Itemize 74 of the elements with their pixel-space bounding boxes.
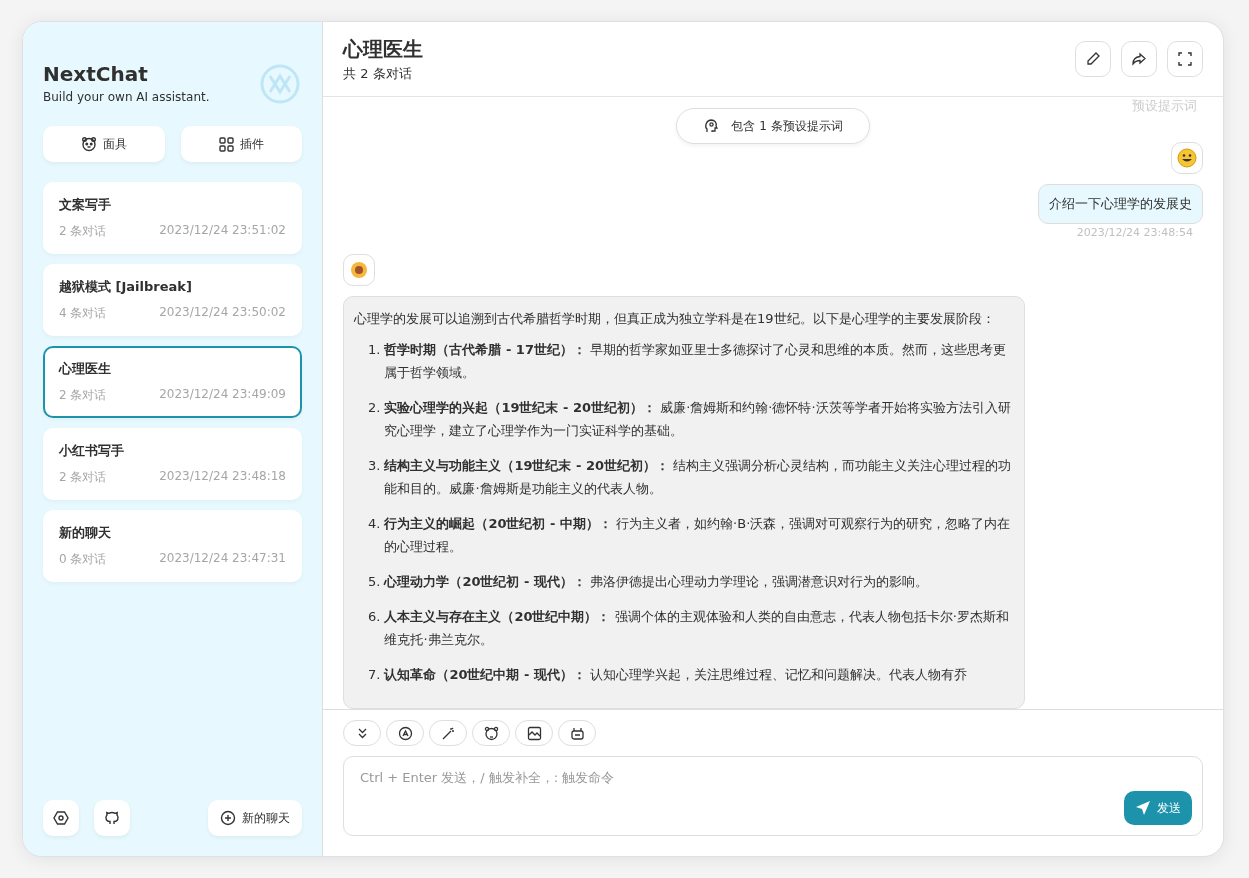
fullscreen-button[interactable] bbox=[1167, 41, 1203, 77]
list-item-text: 认知革命（20世纪中期 - 现代）： 认知心理学兴起，关注思维过程、记忆和问题解决。代表人物有乔 bbox=[384, 666, 968, 684]
chat-title: 心理医生 bbox=[343, 35, 423, 63]
settings-button[interactable] bbox=[43, 800, 79, 836]
model-button[interactable] bbox=[386, 720, 424, 746]
list-number: 7. bbox=[368, 666, 381, 684]
image-button[interactable] bbox=[515, 720, 553, 746]
message-paragraph: 心理学的发展可以追溯到古代希腊哲学时期，但真正成为独立学科是在19世纪。以下是心理学的主要发展阶段： bbox=[354, 310, 996, 328]
mask-button[interactable]: 面具 bbox=[43, 126, 165, 162]
list-item-text: 心理动力学（20世纪初 - 现代）： 弗洛伊德提出心理动力学理论，强调潜意识对行为的影响。 bbox=[384, 573, 929, 591]
smiley-icon bbox=[1177, 148, 1197, 168]
magic-wand-icon bbox=[440, 725, 456, 741]
list-number: 4. bbox=[368, 515, 381, 533]
message-count: 2 条对话 bbox=[59, 387, 107, 404]
user-message: 介绍一下心理学的发展史 bbox=[1038, 184, 1203, 224]
flower-icon bbox=[350, 261, 368, 279]
chat-session-item[interactable]: 小红书写手 2 条对话 2023/12/24 23:48:18 bbox=[43, 428, 302, 500]
cat-icon bbox=[104, 810, 120, 826]
expand-icon bbox=[1178, 52, 1192, 66]
session-title: 心理医生 bbox=[59, 360, 112, 378]
list-number: 5. bbox=[368, 573, 381, 591]
list-item-text: 哲学时期（古代希腊 - 17世纪）： 早期的哲学家如亚里士多德探讨了心灵和思维的本质。然而，这些思考更属于哲学领域。 bbox=[384, 341, 1008, 382]
session-time: 2023/12/24 23:48:18 bbox=[159, 469, 286, 485]
pencil-icon bbox=[1085, 51, 1101, 67]
session-time: 2023/12/24 23:47:31 bbox=[159, 551, 286, 567]
share-arrow-icon bbox=[1131, 51, 1147, 67]
send-button[interactable]: 发送 bbox=[1124, 791, 1192, 825]
share-button[interactable] bbox=[1121, 41, 1157, 77]
prompt-chip[interactable]: 包含 1 条预设提示词 bbox=[676, 108, 870, 144]
list-item-text: 实验心理学的兴起（19世纪末 - 20世纪初）： 威廉·詹姆斯和约翰·德怀特·沃茨等学者开始将实验方法引入研究心理学，建立了心理学作为一门实证科学的基础。 bbox=[384, 399, 1012, 440]
session-title: 文案写手 bbox=[59, 196, 112, 214]
edit-button[interactable] bbox=[1075, 41, 1111, 77]
robot-icon bbox=[569, 725, 585, 741]
list-item-text: 行为主义的崛起（20世纪初 - 中期）： 行为主义者，如约翰·B·沃森，强调对可观察行为的研究，忽略了内在的心理过程。 bbox=[384, 515, 1012, 556]
message-count: 2 条对话 bbox=[59, 223, 107, 240]
panda-face-icon bbox=[80, 136, 97, 152]
list-item-text: 结构主义与功能主义（19世纪末 - 20世纪初）： 结构主义强调分析心灵结构，而功能主义关注心理过程的功能和目的。威廉·詹姆斯是功能主义的代表人物。 bbox=[384, 457, 1013, 498]
app-title: NextChat bbox=[43, 62, 149, 86]
scroll-down-button[interactable] bbox=[343, 720, 381, 746]
list-number: 3. bbox=[368, 457, 381, 475]
message-count: 0 条对话 bbox=[59, 551, 107, 568]
session-time: 2023/12/24 23:49:09 bbox=[159, 387, 286, 403]
knot-logo-icon bbox=[258, 62, 302, 106]
github-button[interactable] bbox=[94, 800, 130, 836]
chat-session-item[interactable]: 新的聊天 0 条对话 2023/12/24 23:47:31 bbox=[43, 510, 302, 582]
session-title: 越狱模式 [Jailbreak] bbox=[59, 278, 193, 296]
image-icon bbox=[526, 725, 542, 741]
settings-icon bbox=[53, 810, 69, 826]
robot-button[interactable] bbox=[558, 720, 596, 746]
chat-subtitle: 共 2 条对话 bbox=[343, 64, 413, 83]
mask-button[interactable] bbox=[472, 720, 510, 746]
new-chat-button[interactable]: 新的聊天 bbox=[208, 800, 302, 836]
list-number: 2. bbox=[368, 399, 381, 417]
session-title: 新的聊天 bbox=[59, 524, 112, 542]
plugin-button[interactable]: 插件 bbox=[180, 126, 302, 162]
paper-plane-icon bbox=[1135, 800, 1151, 816]
message-input[interactable]: Ctrl + Enter 发送，/ 触发补全，: 触发命令 发送 bbox=[343, 756, 1203, 836]
session-title: 小红书写手 bbox=[59, 442, 125, 460]
session-time: 2023/12/24 23:50:02 bbox=[159, 305, 286, 321]
list-number: 1. bbox=[368, 341, 381, 359]
app-subtitle: Build your own AI assistant. bbox=[43, 90, 210, 104]
chat-session-item[interactable]: 越狱模式 [Jailbreak] 4 条对话 2023/12/24 23:50:02 bbox=[43, 264, 302, 336]
list-number: 6. bbox=[368, 608, 381, 626]
message-count: 4 条对话 bbox=[59, 305, 107, 322]
chat-session-item[interactable]: 心理医生 2 条对话 2023/12/24 23:49:09 bbox=[43, 346, 302, 418]
plus-circle-icon bbox=[220, 810, 236, 826]
chat-session-item[interactable]: 文案写手 2 条对话 2023/12/24 23:51:02 bbox=[43, 182, 302, 254]
message-count: 2 条对话 bbox=[59, 469, 107, 486]
panda-face-icon bbox=[483, 725, 499, 741]
brain-head-icon bbox=[703, 118, 720, 134]
session-time: 2023/12/24 23:51:02 bbox=[159, 223, 286, 239]
message-time: 2023/12/24 23:48:54 bbox=[1076, 226, 1194, 239]
grid-icon bbox=[218, 136, 234, 152]
list-item-text: 人本主义与存在主义（20世纪中期）： 强调个体的主观体验和人类的自由意志，代表人物包括卡尔·罗杰斯和维克托·弗兰克尔。 bbox=[384, 608, 1010, 649]
